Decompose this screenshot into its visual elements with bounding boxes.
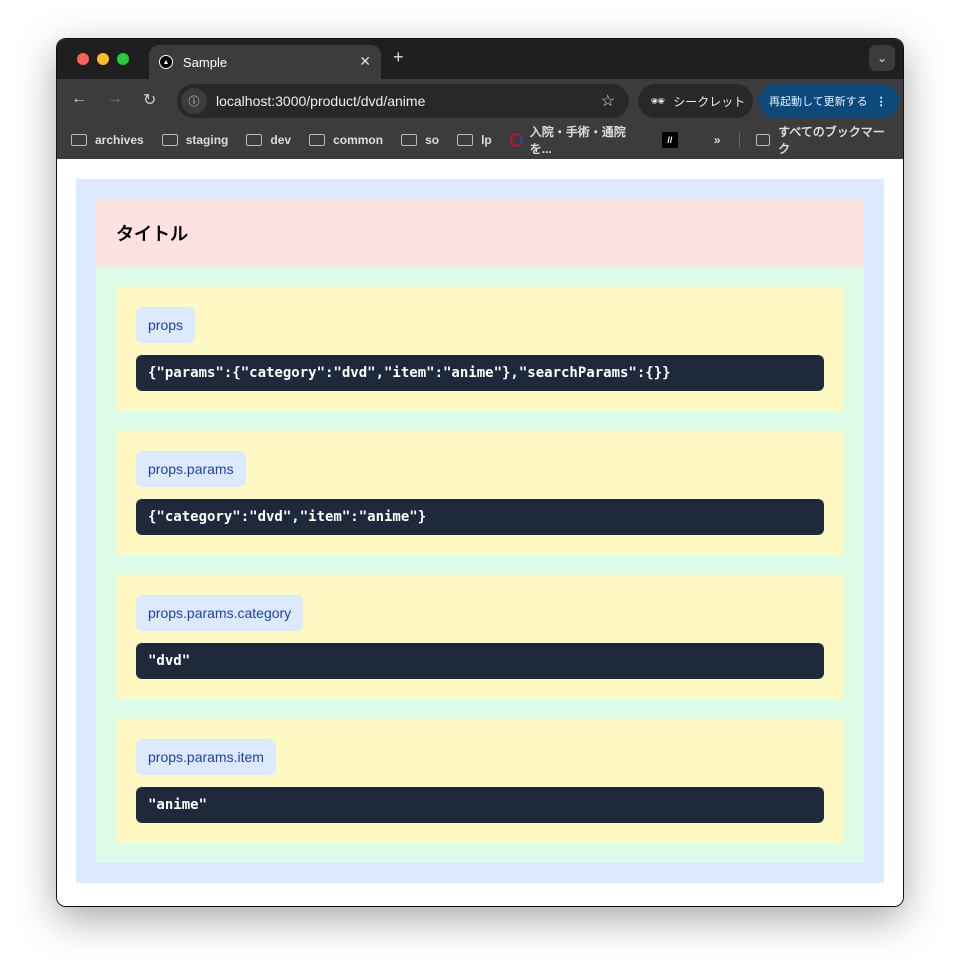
folder-icon xyxy=(161,134,178,146)
bookmark-so[interactable]: so xyxy=(401,133,439,147)
all-bookmarks[interactable]: すべてのブックマーク xyxy=(755,123,885,157)
code-block: {"category":"dvd","item":"anime"} xyxy=(136,499,824,535)
folder-icon xyxy=(401,134,418,146)
code-block: "anime" xyxy=(136,787,824,823)
card-label: props xyxy=(136,307,196,343)
favicon-icon: ▲ xyxy=(159,55,173,69)
card-label: props.params.item xyxy=(136,739,276,775)
card-label: props.params.category xyxy=(136,595,304,631)
card-props-params-item: props.params.item "anime" xyxy=(116,719,844,843)
bookmarks-bar: archives staging dev common so lp 入院・手術・… xyxy=(57,121,903,159)
new-tab-button[interactable]: + xyxy=(393,47,404,68)
code-block: "dvd" xyxy=(136,643,824,679)
tab-bar: ▲ Sample ✕ + ⌄ xyxy=(57,39,903,79)
bookmark-label: すべてのブックマーク xyxy=(778,125,885,156)
close-window-button[interactable] xyxy=(77,53,89,65)
code-block: {"params":{"category":"dvd","item":"anim… xyxy=(136,355,824,391)
incognito-button[interactable]: 🕶 シークレット xyxy=(638,84,753,118)
bookmark-label: lp xyxy=(481,133,492,147)
bookmark-label: archives xyxy=(95,133,144,147)
back-icon[interactable]: ← xyxy=(71,90,87,108)
incognito-icon: 🕶 xyxy=(650,94,666,108)
folder-icon xyxy=(309,134,326,146)
layout-container: タイトル props {"params":{"category":"dvd","… xyxy=(76,179,884,883)
page-title: タイトル xyxy=(96,199,864,267)
tab-sample[interactable]: ▲ Sample ✕ xyxy=(149,45,381,79)
update-label: 再起動して更新する xyxy=(769,96,868,108)
folder-icon xyxy=(246,134,263,146)
card-props-params: props.params {"category":"dvd","item":"a… xyxy=(116,431,844,555)
folder-icon xyxy=(71,134,87,146)
url-text[interactable]: localhost:3000/product/dvd/anime xyxy=(216,93,425,109)
bookmark-label: common xyxy=(333,133,384,147)
card-label: props.params xyxy=(136,451,246,487)
folder-icon xyxy=(755,134,771,146)
bookmark-archives[interactable]: archives xyxy=(71,133,144,147)
bookmark-staging[interactable]: staging xyxy=(161,133,229,147)
site-info-icon[interactable]: ⓘ xyxy=(181,88,207,114)
toolbar: ← → ↻ ⓘ localhost:3000/product/dvd/anime… xyxy=(57,79,903,121)
menu-dots-icon[interactable]: ⋮ xyxy=(876,95,887,108)
bookmark-lp[interactable]: lp xyxy=(457,133,492,147)
card-props: props {"params":{"category":"dvd","item"… xyxy=(116,287,844,411)
bookmark-label: 入院・手術・通院を... xyxy=(529,125,626,156)
page-content: タイトル props {"params":{"category":"dvd","… xyxy=(57,159,903,906)
bookmark-label: so xyxy=(425,133,440,147)
main-section: props {"params":{"category":"dvd","item"… xyxy=(96,267,864,863)
incognito-label: シークレット xyxy=(673,94,746,109)
update-button[interactable]: 再起動して更新する ⋮ xyxy=(759,84,899,118)
bookmark-dev[interactable]: dev xyxy=(246,133,291,147)
site-favicon-icon xyxy=(509,133,523,147)
divider xyxy=(738,132,740,148)
close-tab-icon[interactable]: ✕ xyxy=(359,53,371,70)
bookmark-star-icon[interactable]: ☆ xyxy=(601,91,615,111)
bookmark-slash[interactable]: // xyxy=(661,132,678,148)
reload-icon[interactable]: ↻ xyxy=(143,90,156,110)
forward-icon[interactable]: → xyxy=(107,90,123,108)
browser-window: ▲ Sample ✕ + ⌄ ← → ↻ ⓘ localhost:3000/pr… xyxy=(56,38,904,907)
bookmark-label: staging xyxy=(185,133,229,147)
bookmark-common[interactable]: common xyxy=(309,133,383,147)
tab-title: Sample xyxy=(183,54,228,70)
more-bookmarks-button[interactable]: » xyxy=(714,133,721,147)
folder-icon xyxy=(457,134,474,146)
maximize-window-button[interactable] xyxy=(117,53,129,65)
bookmark-site[interactable]: 入院・手術・通院を... xyxy=(509,123,636,157)
tab-search-button[interactable]: ⌄ xyxy=(869,45,895,71)
address-bar[interactable]: ⓘ localhost:3000/product/dvd/anime ☆ xyxy=(177,84,629,118)
slash-favicon-icon: // xyxy=(661,132,678,148)
card-props-params-category: props.params.category "dvd" xyxy=(116,575,844,699)
bookmark-label: dev xyxy=(270,133,292,147)
minimize-window-button[interactable] xyxy=(97,53,109,65)
